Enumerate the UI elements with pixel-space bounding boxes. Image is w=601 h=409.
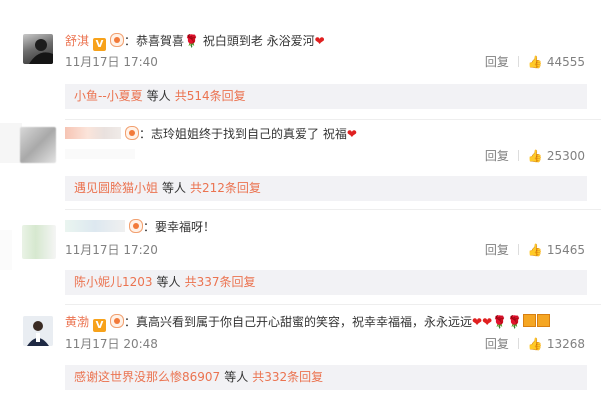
- gift-icon: [523, 314, 537, 327]
- colon: ：: [143, 220, 156, 234]
- thumbs-up-icon[interactable]: 👍: [528, 243, 543, 257]
- timestamp: 11月17日 17:40: [65, 55, 158, 69]
- comment-text: 志玲姐姐终于找到自己的真爱了 祝福: [151, 127, 347, 141]
- avatar[interactable]: [20, 127, 56, 163]
- blurred-region: [0, 230, 12, 270]
- comment-item: 舒淇 V ：恭喜賀喜🌹 祝白頭到老 永浴爱河❤ 11月17日 17:40 回复 👍 44…: [0, 0, 601, 120]
- comment-line: 黄渤 V ：真高兴看到属于你自己开心甜蜜的笑容，祝幸幸福福，永永远远❤❤🌹🌹: [65, 314, 551, 332]
- like-count: 25300: [546, 149, 585, 163]
- reply-count-link[interactable]: 共337条回复: [185, 275, 256, 289]
- timestamp: 11月17日 20:48: [65, 337, 158, 351]
- divider: [517, 244, 519, 255]
- reply-summary[interactable]: 小鱼--小夏夏 等人 共514条回复: [65, 84, 587, 109]
- reply-summary[interactable]: 感谢这世界没那么惨86907 等人 共332条回复: [65, 365, 587, 390]
- reply-summary[interactable]: 陈小妮儿1203 等人 共337条回复: [65, 270, 587, 295]
- comment-text-2: 祝白頭到老 永浴爱河: [202, 34, 315, 48]
- thumbs-up-icon[interactable]: 👍: [528, 55, 543, 69]
- username-blurred[interactable]: [65, 220, 125, 232]
- colon: ：: [139, 127, 152, 141]
- comment-text: 要幸福呀！: [155, 220, 216, 234]
- heart-icon: ❤: [472, 315, 483, 329]
- avatar-image: [23, 316, 53, 346]
- comment-actions: 回复 👍 15465: [485, 243, 585, 257]
- colon: ：: [124, 315, 137, 329]
- comment-item: ：要幸福呀！ 11月17日 17:20 回复 👍 15465 陈小妮儿1203 等人共…: [0, 210, 601, 305]
- reply-etc: 等人: [156, 275, 181, 289]
- rose-icon: 🌹: [184, 34, 199, 48]
- comment-actions: 回复 👍 13268: [485, 337, 585, 351]
- membership-crown-icon: [110, 314, 125, 328]
- comment-line: ：要幸福呀！: [65, 219, 215, 235]
- rose-icon: 🌹: [507, 315, 523, 329]
- comment-actions: 回复 👍 44555: [485, 55, 585, 69]
- reply-user[interactable]: 遇见圆脸猫小姐: [74, 181, 158, 195]
- timestamp: 11月17日 17:20: [65, 243, 158, 257]
- avatar[interactable]: [23, 316, 53, 346]
- reply-summary[interactable]: 遇见圆脸猫小姐 等人 共212条回复: [65, 176, 587, 201]
- reply-etc: 等人: [162, 181, 187, 195]
- comment-item: ：志玲姐姐终于找到自己的真爱了 祝福❤ 回复 👍 25300 遇见圆脸猫小姐 等人 共2…: [0, 120, 601, 210]
- membership-crown-icon: [110, 33, 125, 47]
- thumbs-up-icon[interactable]: 👍: [528, 149, 543, 163]
- timestamp-blurred: [65, 149, 135, 159]
- like-count: 13268: [546, 337, 585, 351]
- reply-button[interactable]: 回复: [485, 55, 509, 69]
- like-count: 15465: [546, 243, 585, 257]
- avatar[interactable]: [22, 225, 56, 259]
- divider: [517, 338, 519, 349]
- heart-icon: ❤: [346, 127, 357, 141]
- like-count: 44555: [546, 55, 585, 69]
- reply-etc: 等人: [224, 370, 249, 384]
- comment-line: 舒淇 V ：恭喜賀喜🌹 祝白頭到老 永浴爱河❤: [65, 33, 325, 51]
- reply-user[interactable]: 陈小妮儿1203: [74, 275, 153, 289]
- username[interactable]: 舒淇: [65, 34, 89, 48]
- blurred-region: [0, 123, 22, 163]
- verified-badge-icon: V: [93, 38, 107, 51]
- reply-button[interactable]: 回复: [485, 149, 509, 163]
- username-blurred[interactable]: [65, 127, 121, 139]
- reply-count-link[interactable]: 共514条回复: [175, 89, 246, 103]
- avatar-image: [29, 39, 53, 64]
- gift-icon: [537, 314, 551, 327]
- username[interactable]: 黄渤: [65, 315, 89, 329]
- verified-badge-icon: V: [93, 319, 107, 332]
- reply-button[interactable]: 回复: [485, 243, 509, 257]
- rose-icon: 🌹: [492, 315, 508, 329]
- comment-item: 黄渤 V ：真高兴看到属于你自己开心甜蜜的笑容，祝幸幸福福，永永远远❤❤🌹🌹 11月…: [0, 305, 601, 409]
- heart-icon: ❤: [314, 34, 325, 48]
- colon: ：: [124, 34, 137, 48]
- divider: [517, 150, 519, 161]
- membership-crown-icon: [125, 126, 139, 140]
- membership-crown-icon: [129, 219, 143, 233]
- thumbs-up-icon[interactable]: 👍: [528, 337, 543, 351]
- reply-etc: 等人: [146, 89, 171, 103]
- reply-button[interactable]: 回复: [485, 337, 509, 351]
- comment-text: 真高兴看到属于你自己开心甜蜜的笑容，祝幸幸福福，永永远远: [136, 315, 473, 329]
- reply-count-link[interactable]: 共332条回复: [252, 370, 323, 384]
- comment-line: ：志玲姐姐终于找到自己的真爱了 祝福❤: [65, 126, 357, 142]
- comment-actions: 回复 👍 25300: [485, 149, 585, 163]
- avatar[interactable]: [23, 34, 53, 64]
- reply-user[interactable]: 小鱼--小夏夏: [74, 89, 143, 103]
- divider: [517, 56, 519, 67]
- comment-text: 恭喜賀喜: [136, 34, 185, 48]
- reply-count-link[interactable]: 共212条回复: [190, 181, 261, 195]
- reply-user[interactable]: 感谢这世界没那么惨86907: [74, 370, 220, 384]
- heart-icon: ❤: [482, 315, 493, 329]
